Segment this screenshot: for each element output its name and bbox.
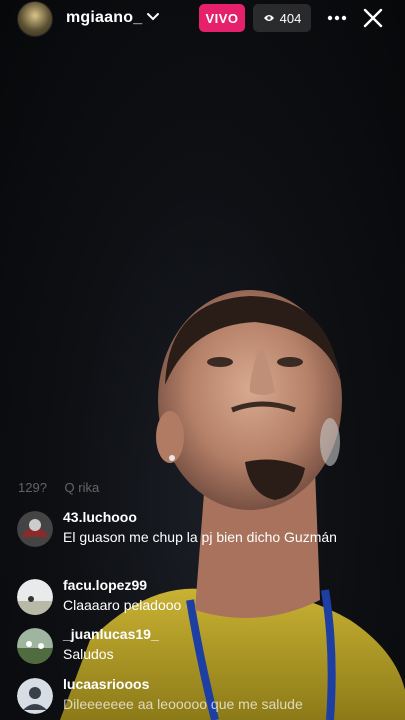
comment-username[interactable]: lucaasriooos: [63, 676, 149, 692]
more-options-icon[interactable]: [325, 7, 349, 29]
comment-text: Q rika: [64, 480, 100, 495]
viewer-count[interactable]: 404: [253, 4, 311, 32]
comment-username[interactable]: facu.lopez99: [63, 577, 147, 593]
viewer-count-value: 404: [279, 10, 302, 26]
comment-text: Claaaaro peladooo: [63, 597, 182, 613]
comment-username[interactable]: _juanlucas19_: [63, 626, 159, 642]
live-badge: VIVO: [199, 4, 245, 32]
faded-comment: 129? Q rika: [18, 480, 99, 495]
host-avatar[interactable]: [17, 1, 53, 37]
live-stream-screen: mgiaano_ VIVO 404 129? Q rika 43.luchooo…: [0, 0, 405, 720]
comment-text: El guason me chup la pj bien dicho Guzmá…: [63, 529, 337, 545]
commenter-avatar[interactable]: [17, 628, 53, 664]
eye-icon: [263, 15, 274, 21]
top-bar: mgiaano_ VIVO 404: [0, 0, 405, 37]
commenter-avatar[interactable]: [17, 678, 53, 714]
comment-text: Saludos: [63, 646, 114, 662]
comment-text: Dileeeeeee aa leooooo que me salude: [63, 696, 303, 712]
commenter-avatar[interactable]: [17, 511, 53, 547]
commenter-avatar[interactable]: [17, 579, 53, 615]
chevron-down-icon[interactable]: [145, 9, 161, 25]
comment-username: 129?: [18, 480, 47, 495]
close-icon[interactable]: [360, 5, 386, 31]
host-username[interactable]: mgiaano_: [66, 9, 142, 27]
comment-username[interactable]: 43.luchooo: [63, 509, 137, 525]
